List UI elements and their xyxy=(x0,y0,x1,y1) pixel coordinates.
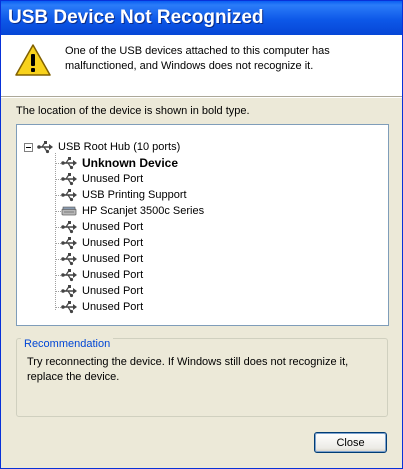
header-divider xyxy=(1,96,402,98)
scanner-icon xyxy=(61,206,77,216)
tree-item[interactable]: Unused Port xyxy=(61,251,143,267)
tree-item[interactable]: Unused Port xyxy=(61,235,143,251)
collapse-toggle[interactable] xyxy=(24,143,33,152)
tree-item-label: Unused Port xyxy=(82,237,144,249)
tree-item-label: HP Scanjet 3500c Series xyxy=(82,205,205,217)
location-hint: The location of the device is shown in b… xyxy=(16,105,250,117)
recommendation-group: Recommendation Try reconnecting the devi… xyxy=(16,338,388,417)
dialog-window: USB Device Not Recognized One of the USB… xyxy=(0,0,403,469)
tree-item[interactable]: HP Scanjet 3500c Series xyxy=(61,203,204,219)
tree-item-label: USB Printing Support xyxy=(82,189,187,201)
tree-item-label: Unused Port xyxy=(82,301,144,313)
tree-guide-line xyxy=(55,153,56,310)
error-message: One of the USB devices attached to this … xyxy=(65,45,330,72)
tree-item-label: Unused Port xyxy=(82,285,144,297)
usb-icon xyxy=(61,237,77,250)
usb-icon xyxy=(61,157,77,170)
message-header: One of the USB devices attached to this … xyxy=(1,35,402,96)
usb-icon xyxy=(61,301,77,314)
tree-item[interactable]: Unused Port xyxy=(61,219,143,235)
close-button[interactable]: Close xyxy=(314,432,387,453)
usb-icon xyxy=(61,189,77,202)
usb-icon xyxy=(37,141,53,154)
tree-item[interactable]: Unused Port xyxy=(61,171,143,187)
tree-item-label: USB Root Hub (10 ports) xyxy=(58,141,181,153)
tree-item-label: Unused Port xyxy=(82,253,144,265)
tree-item-label: Unused Port xyxy=(82,221,144,233)
tree-item-label: Unused Port xyxy=(82,173,144,185)
recommendation-text: Try reconnecting the device. If Windows … xyxy=(27,356,349,383)
device-tree[interactable]: USB Root Hub (10 ports) Unknown Device Un… xyxy=(16,124,389,326)
tree-item[interactable]: Unused Port xyxy=(61,283,143,299)
tree-root-item[interactable]: USB Root Hub (10 ports) xyxy=(37,139,180,155)
tree-item[interactable]: USB Printing Support xyxy=(61,187,187,203)
usb-icon xyxy=(61,173,77,186)
tree-item[interactable]: Unused Port xyxy=(61,267,143,283)
usb-icon xyxy=(61,253,77,266)
usb-icon xyxy=(61,285,77,298)
tree-item[interactable]: Unused Port xyxy=(61,299,143,315)
usb-icon xyxy=(61,269,77,282)
tree-item[interactable]: Unknown Device xyxy=(61,155,178,171)
recommendation-title: Recommendation xyxy=(21,338,114,350)
usb-icon xyxy=(61,221,77,234)
tree-item-label: Unknown Device xyxy=(82,156,179,170)
window-title: USB Device Not Recognized xyxy=(8,7,264,28)
warning-icon xyxy=(15,44,51,76)
title-bar[interactable]: USB Device Not Recognized xyxy=(1,1,402,35)
tree-item-label: Unused Port xyxy=(82,269,144,281)
